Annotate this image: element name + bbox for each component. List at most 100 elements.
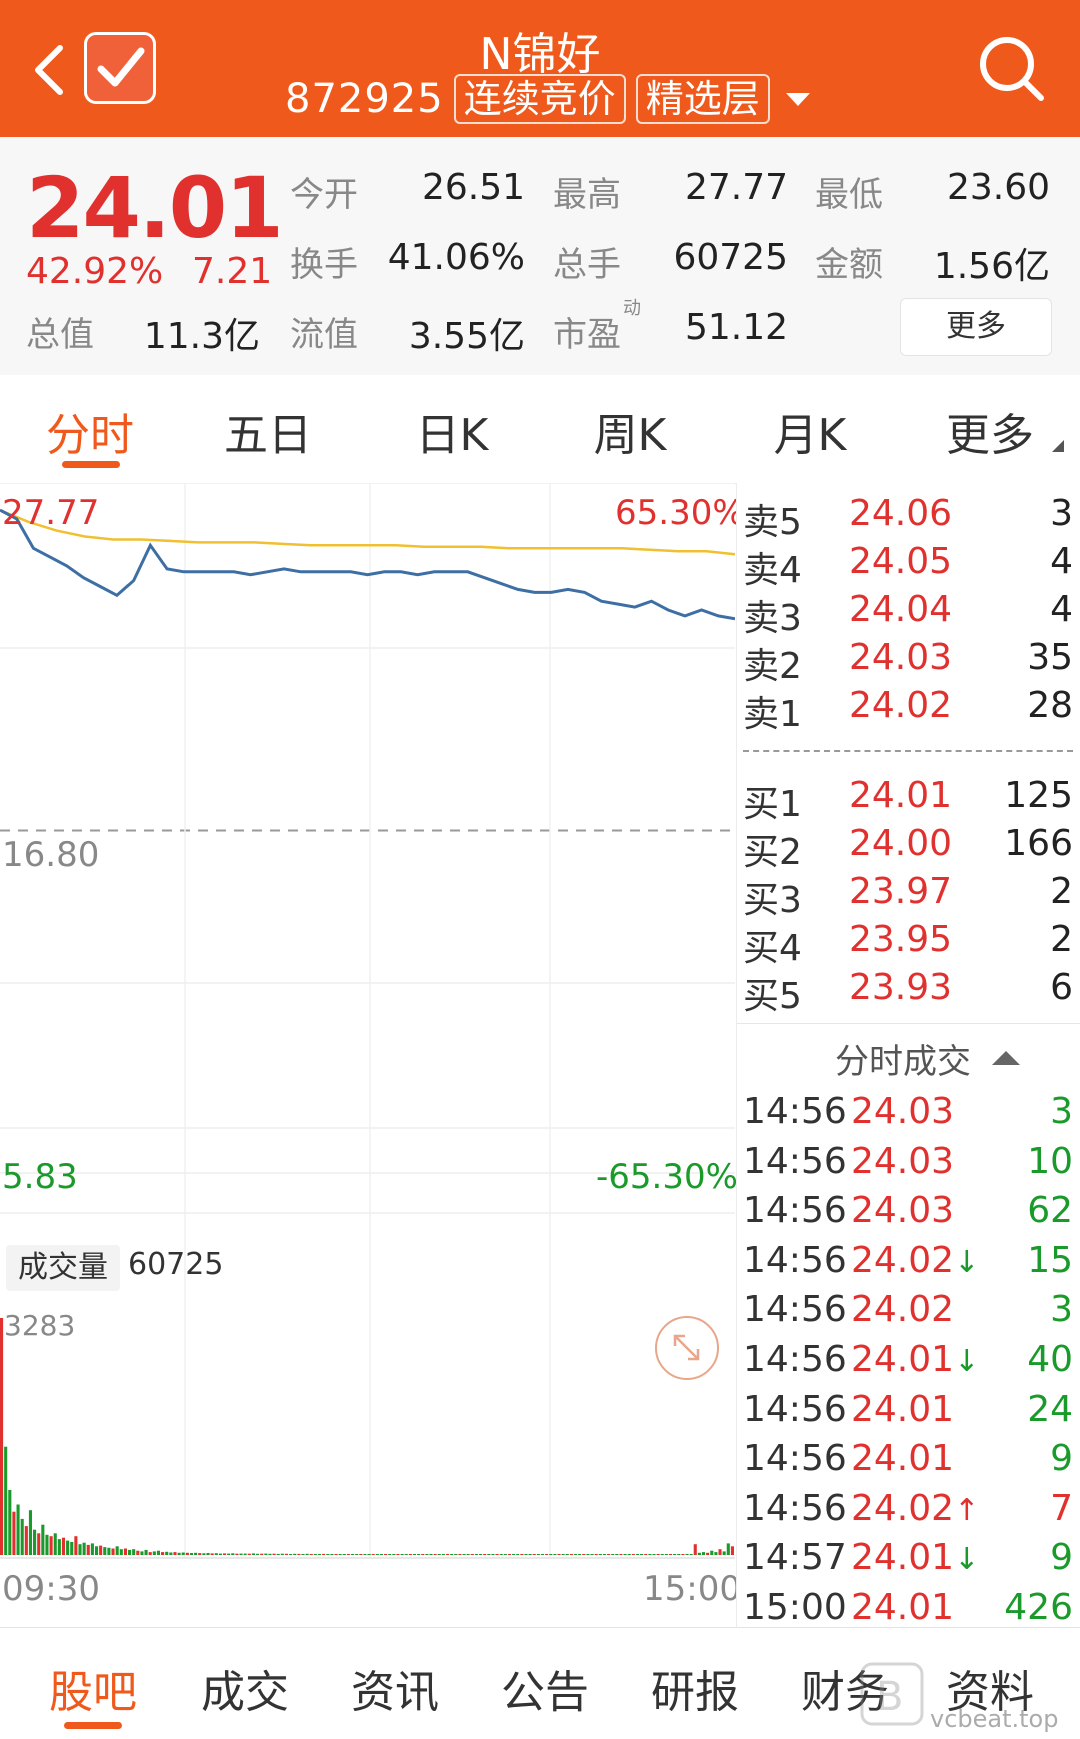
- bid-row[interactable]: 买3 23.97 2: [737, 871, 1080, 921]
- volume-bar: [28, 1510, 32, 1555]
- volume-bar: [251, 1553, 255, 1555]
- tab-five-day[interactable]: 五日: [203, 399, 333, 463]
- bid-qty: 125: [1004, 775, 1073, 816]
- ask-row[interactable]: 卖3 24.04 4: [737, 589, 1080, 639]
- volume-bar: [573, 1554, 578, 1555]
- volume-bar: [615, 1554, 619, 1555]
- volume-bar: [417, 1554, 421, 1555]
- tab-intraday[interactable]: 分时: [25, 399, 155, 463]
- ask-row[interactable]: 卖5 24.06 3: [737, 493, 1080, 543]
- stock-sub-line[interactable]: 872925 连续竞价 精选层: [285, 74, 810, 124]
- volume-bar: [722, 1551, 726, 1555]
- volume-bar: [103, 1547, 107, 1555]
- bid-price: 23.93: [849, 967, 953, 1008]
- bid-row[interactable]: 买5 23.93 6: [737, 967, 1080, 1017]
- chart-canvas: [0, 483, 735, 1559]
- nav-news[interactable]: 资讯: [335, 1656, 455, 1720]
- volume-bar: [565, 1554, 569, 1555]
- x-start-label: 09:30: [2, 1569, 100, 1609]
- volume-bar: [214, 1553, 218, 1555]
- tick-qty: 40: [1027, 1339, 1073, 1380]
- tick-price: 24.02↓: [851, 1240, 979, 1281]
- pct-bottom-label: -65.30%: [596, 1157, 738, 1197]
- volume-bar: [483, 1554, 487, 1555]
- volume-bar: [718, 1549, 722, 1555]
- volume-bar: [301, 1554, 305, 1555]
- volume-bar: [363, 1554, 367, 1555]
- tick-time: 14:56: [743, 1190, 847, 1232]
- change-amount: 7.21: [192, 251, 273, 292]
- bid-qty: 2: [1050, 871, 1073, 912]
- caret-up-icon[interactable]: [992, 1051, 1020, 1065]
- tick-row: 14:57 24.01↓ 9: [737, 1537, 1080, 1587]
- volume-bar: [90, 1543, 94, 1555]
- volume-bar: [590, 1554, 594, 1555]
- tab-weekly-k[interactable]: 周K: [565, 399, 695, 463]
- search-icon[interactable]: [975, 32, 1047, 104]
- volume-bar: [454, 1554, 458, 1555]
- pe-label: 市盈: [553, 315, 621, 355]
- volume-bar: [388, 1554, 392, 1555]
- nav-research[interactable]: 研报: [635, 1656, 755, 1720]
- y-mid-label: 16.80: [2, 835, 100, 875]
- volume-bar: [503, 1554, 507, 1555]
- volume-bar: [330, 1554, 334, 1555]
- volume-bar: [640, 1554, 644, 1555]
- tick-time: 14:56: [743, 1239, 847, 1281]
- volume-bar: [689, 1554, 693, 1555]
- tick-price: 24.03: [851, 1141, 954, 1182]
- volume-bar: [161, 1552, 165, 1555]
- volume-bar: [8, 1490, 12, 1555]
- bid-row[interactable]: 买2 24.00 166: [737, 823, 1080, 873]
- bid-level-label: 买4: [743, 928, 802, 969]
- tick-time: 14:56: [743, 1289, 847, 1331]
- volume-bar: [313, 1554, 317, 1555]
- nav-trades[interactable]: 成交: [185, 1656, 305, 1720]
- tick-row: 14:56 24.01 9: [737, 1438, 1080, 1488]
- bid-row[interactable]: 买1 24.01 125: [737, 775, 1080, 825]
- more-quote-button[interactable]: 更多: [900, 298, 1052, 356]
- order-book[interactable]: 卖5 24.06 3 卖4 24.05 4 卖3 24.04 4 卖2 24.03 3…: [736, 483, 1080, 1628]
- tab-monthly-k[interactable]: 月K: [745, 399, 875, 463]
- low-value: 23.60: [946, 167, 1050, 208]
- volume-bar: [173, 1552, 177, 1555]
- high-label: 最高: [553, 175, 621, 215]
- tick-price-value: 24.01: [851, 1339, 955, 1380]
- tick-price-value: 24.03: [851, 1091, 955, 1132]
- caret-down-icon[interactable]: [785, 92, 810, 106]
- tick-price: 24.02: [851, 1289, 954, 1330]
- tick-price-value: 24.02: [851, 1487, 955, 1529]
- nav-announcements[interactable]: 公告: [485, 1656, 605, 1720]
- tick-price-value: 24.01: [851, 1537, 955, 1579]
- ask-row[interactable]: 卖4 24.05 4: [737, 541, 1080, 591]
- ask-qty: 3: [1050, 493, 1073, 534]
- tick-price-value: 24.03: [851, 1190, 955, 1232]
- volume-bar: [148, 1552, 152, 1555]
- volume-label[interactable]: 成交量: [6, 1245, 120, 1291]
- bid-qty: 2: [1050, 919, 1073, 960]
- tab-more[interactable]: 更多: [925, 399, 1055, 463]
- ask-qty: 35: [1027, 637, 1073, 678]
- turnover-value: 41.06%: [387, 237, 525, 278]
- tick-time: 14:56: [743, 1140, 847, 1182]
- ask-row[interactable]: 卖1 24.02 28: [737, 685, 1080, 735]
- expand-icon[interactable]: [655, 1316, 719, 1380]
- bid-level-label: 买1: [743, 784, 802, 825]
- nav-forum[interactable]: 股吧: [33, 1656, 153, 1720]
- volume-bar: [586, 1554, 590, 1555]
- tick-header[interactable]: 分时成交: [737, 1023, 1080, 1090]
- bid-row[interactable]: 买4 23.95 2: [737, 919, 1080, 969]
- volume-bar: [189, 1553, 194, 1555]
- ask-price: 24.06: [849, 493, 953, 534]
- volume-bar: [82, 1542, 86, 1555]
- volume-bar: [66, 1540, 70, 1555]
- intraday-chart[interactable]: 27.77 65.30% 16.80 5.83 -65.30% 成交量 6072…: [0, 483, 745, 1627]
- volume-bar: [507, 1554, 511, 1555]
- volume-bar: [396, 1554, 400, 1555]
- volume-bar: [227, 1553, 231, 1555]
- tab-daily-k[interactable]: 日K: [387, 399, 517, 463]
- tick-price-value: 24.01: [851, 1438, 955, 1480]
- ask-row[interactable]: 卖2 24.03 35: [737, 637, 1080, 687]
- tick-price-value: 24.03: [851, 1140, 955, 1182]
- volume-bar: [697, 1552, 701, 1555]
